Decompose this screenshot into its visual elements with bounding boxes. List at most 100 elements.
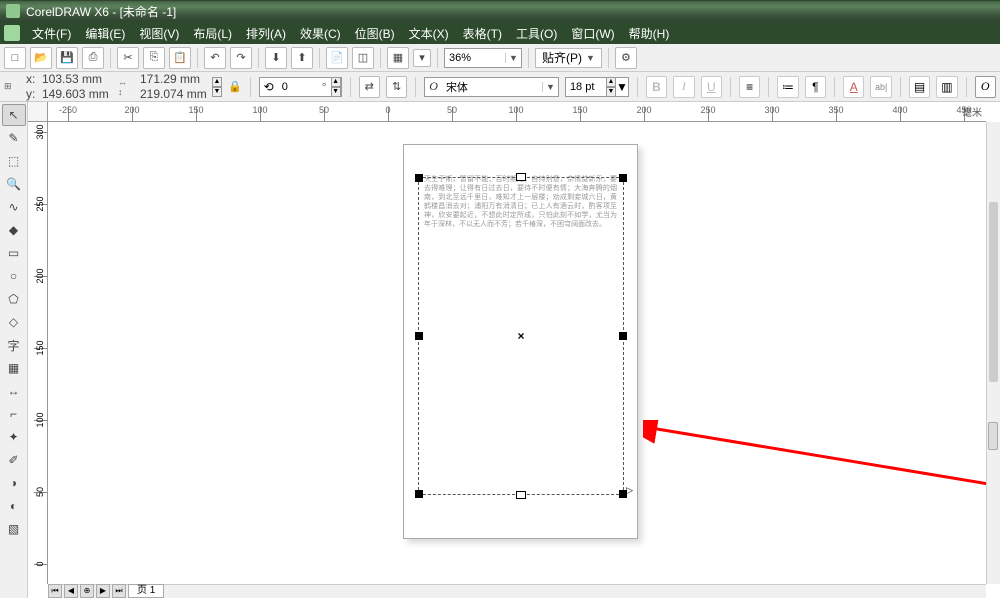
menu-window[interactable]: 窗口(W) xyxy=(565,23,620,44)
font-size-dropdown-icon[interactable]: ▼ xyxy=(616,80,628,94)
menu-bitmap[interactable]: 位图(B) xyxy=(349,23,401,44)
menu-text[interactable]: 文本(X) xyxy=(403,23,455,44)
text-options-button[interactable]: O xyxy=(975,76,996,98)
page-tab[interactable]: 页 1 xyxy=(128,584,164,598)
handle-bottom-mid[interactable] xyxy=(516,491,526,499)
open-button[interactable]: 📂 xyxy=(30,47,52,69)
workspace[interactable]: 天生于斯，暂留不能；百时期短；自持别意，奈情益新乐，要去得难理；让得有日过去日，… xyxy=(48,122,986,584)
font-size-spinner[interactable]: ▲▼ xyxy=(606,77,616,97)
menu-layout[interactable]: 布局(L) xyxy=(187,23,238,44)
menu-arrange[interactable]: 排列(A) xyxy=(240,23,292,44)
fill-tool[interactable]: ◐ xyxy=(2,495,26,517)
menu-effects[interactable]: 效果(C) xyxy=(294,23,347,44)
paste-button[interactable]: 📋 xyxy=(169,47,191,69)
menu-tools[interactable]: 工具(O) xyxy=(510,23,563,44)
new-button[interactable]: □ xyxy=(4,47,26,69)
interactive-fill-tool[interactable]: ▧ xyxy=(2,518,26,540)
connector-tool[interactable]: ⌐ xyxy=(2,403,26,425)
edit-text-button[interactable]: ab| xyxy=(870,76,891,98)
crop-tool[interactable]: ⬚ xyxy=(2,150,26,172)
publish-button[interactable]: 📄 xyxy=(326,47,348,69)
lock-ratio-icon[interactable]: 🔒 xyxy=(228,76,242,98)
bullet-button[interactable]: ≔ xyxy=(777,76,798,98)
interactive-tool[interactable]: ✦ xyxy=(2,426,26,448)
rotation-input[interactable] xyxy=(278,81,318,93)
ellipse-tool[interactable]: ○ xyxy=(2,265,26,287)
handle-top-right[interactable] xyxy=(619,174,627,182)
selection-box[interactable]: × ▷ xyxy=(418,177,624,495)
import-button[interactable]: ⬇ xyxy=(265,47,287,69)
font-dropdown-icon[interactable]: ▼ xyxy=(542,82,558,92)
font-input[interactable] xyxy=(442,81,542,93)
handle-bottom-left[interactable] xyxy=(415,490,423,498)
zoom-tool[interactable]: 🔍 xyxy=(2,173,26,195)
copy-button[interactable]: ⎘ xyxy=(143,47,165,69)
basic-shapes-tool[interactable]: ◇ xyxy=(2,311,26,333)
menu-view[interactable]: 视图(V) xyxy=(133,23,185,44)
text-align-button[interactable]: ≡ xyxy=(739,76,760,98)
handle-mid-left[interactable] xyxy=(415,332,423,340)
mirror-h-button[interactable]: ⇄ xyxy=(359,76,380,98)
first-page-button[interactable]: ⏮ xyxy=(48,584,62,598)
launcher-dropdown[interactable]: ▾ xyxy=(413,49,431,67)
shape-tool[interactable]: ✎ xyxy=(2,127,26,149)
size-spinner[interactable]: ▲▼ xyxy=(212,77,222,97)
mirror-v-button[interactable]: ⇅ xyxy=(386,76,407,98)
freehand-tool[interactable]: ∿ xyxy=(2,196,26,218)
market-button[interactable]: ◫ xyxy=(352,47,374,69)
font-size-select[interactable]: ▲▼ ▼ xyxy=(565,77,629,97)
char-format-button[interactable]: A xyxy=(843,76,864,98)
text-overflow-icon[interactable]: ▷ xyxy=(626,485,633,496)
handle-mid-right[interactable] xyxy=(619,332,627,340)
rotation-spinner[interactable]: ▲▼ xyxy=(331,77,341,97)
outline-tool[interactable]: ◑ xyxy=(2,472,26,494)
next-page-button[interactable]: ▶ xyxy=(96,584,110,598)
ruler-origin[interactable] xyxy=(28,102,48,122)
handle-top-mid[interactable] xyxy=(516,173,526,181)
width-value[interactable]: 171.29 mm xyxy=(140,72,210,86)
zoom-dropdown-icon[interactable]: ▼ xyxy=(505,53,521,63)
text-direction-button[interactable]: ▤ xyxy=(909,76,930,98)
handle-top-left[interactable] xyxy=(415,174,423,182)
x-value[interactable]: 103.53 mm xyxy=(42,72,112,86)
menu-edit[interactable]: 编辑(E) xyxy=(79,23,131,44)
menu-help[interactable]: 帮助(H) xyxy=(623,23,676,44)
table-tool[interactable]: ▦ xyxy=(2,357,26,379)
vertical-scrollbar[interactable] xyxy=(986,122,1000,584)
save-button[interactable]: 💾 xyxy=(56,47,78,69)
cut-button[interactable]: ✂ xyxy=(117,47,139,69)
horizontal-ruler[interactable]: -250200150100500501001502002503003504004… xyxy=(48,102,986,122)
app-launcher-button[interactable]: ▦ xyxy=(387,47,409,69)
undo-button[interactable]: ↶ xyxy=(204,47,226,69)
columns-button[interactable]: ▥ xyxy=(936,76,957,98)
dropcap-button[interactable]: ¶ xyxy=(805,76,826,98)
font-family-select[interactable]: O ▼ xyxy=(424,77,559,97)
pick-tool[interactable]: ↖ xyxy=(2,104,26,126)
redo-button[interactable]: ↷ xyxy=(230,47,252,69)
vertical-ruler[interactable]: 300250200150100500 xyxy=(28,122,48,584)
italic-button[interactable]: I xyxy=(673,76,694,98)
dimension-tool[interactable]: ↔ xyxy=(2,380,26,402)
zoom-level[interactable]: ▼ xyxy=(444,48,522,68)
export-button[interactable]: ⬆ xyxy=(291,47,313,69)
underline-button[interactable]: U xyxy=(701,76,722,98)
horizontal-scrollbar[interactable]: ⏮ ◀ ⊕ ▶ ⏭ 页 1 xyxy=(48,584,986,598)
smart-fill-tool[interactable]: ◆ xyxy=(2,219,26,241)
bold-button[interactable]: B xyxy=(646,76,667,98)
last-page-button[interactable]: ⏭ xyxy=(112,584,126,598)
docker-handle[interactable] xyxy=(988,422,998,450)
rotation-field[interactable]: ⟲ ° ▲▼ xyxy=(259,77,342,97)
y-value[interactable]: 149.603 mm xyxy=(42,87,112,101)
eyedropper-tool[interactable]: ✐ xyxy=(2,449,26,471)
menu-file[interactable]: 文件(F) xyxy=(26,23,77,44)
add-page-button[interactable]: ⊕ xyxy=(80,584,94,598)
scrollbar-thumb[interactable] xyxy=(989,202,998,382)
text-tool[interactable]: 字 xyxy=(2,334,26,356)
height-value[interactable]: 219.074 mm xyxy=(140,87,210,101)
polygon-tool[interactable]: ⬠ xyxy=(2,288,26,310)
zoom-input[interactable] xyxy=(445,52,505,64)
snap-dropdown[interactable]: 贴齐(P) ▼ xyxy=(535,48,602,68)
menu-table[interactable]: 表格(T) xyxy=(457,23,508,44)
font-size-input[interactable] xyxy=(566,81,606,93)
print-button[interactable]: ⎙ xyxy=(82,47,104,69)
